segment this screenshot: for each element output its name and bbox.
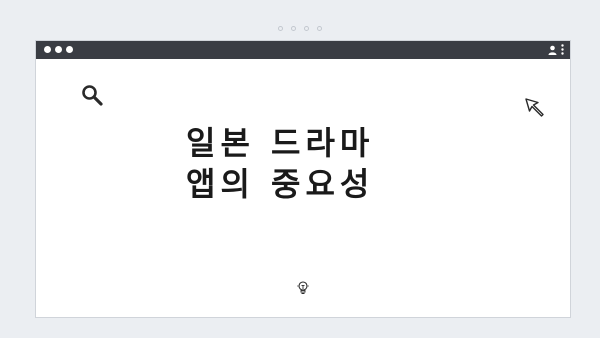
window-titlebar xyxy=(36,41,570,59)
user-icon[interactable] xyxy=(548,45,557,55)
headline-line-2: 앱의 중요성 xyxy=(186,165,375,203)
headline-line-1: 일본 드라마 xyxy=(186,124,375,162)
page-dot[interactable] xyxy=(278,26,283,31)
close-button[interactable] xyxy=(44,46,51,53)
page-indicator xyxy=(0,26,600,31)
window-controls xyxy=(44,46,73,53)
page-headline: 일본 드라마 앱의 중요성 xyxy=(186,123,446,205)
page-dot[interactable] xyxy=(304,26,309,31)
page-dot[interactable] xyxy=(317,26,322,31)
kebab-menu-icon[interactable] xyxy=(561,44,564,55)
page-dot[interactable] xyxy=(291,26,296,31)
minimize-button[interactable] xyxy=(55,46,62,53)
lightbulb-icon xyxy=(297,281,309,294)
maximize-button[interactable] xyxy=(66,46,73,53)
titlebar-actions xyxy=(548,44,564,55)
cursor-arrow-icon xyxy=(525,98,544,117)
browser-window: 일본 드라마 앱의 중요성 xyxy=(35,40,571,318)
search-icon[interactable] xyxy=(81,84,103,106)
